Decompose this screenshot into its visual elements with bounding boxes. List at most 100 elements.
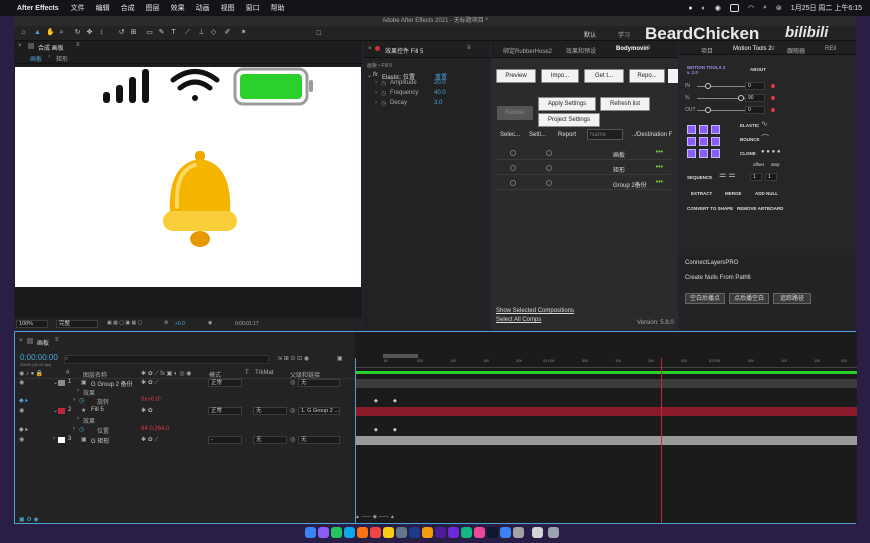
snapshot-icon[interactable]: ◉ — [208, 320, 212, 326]
effects-group-row[interactable]: › 效果 — [15, 388, 354, 397]
layer-name[interactable]: G Group 2 备份 — [91, 379, 133, 388]
chevron-down-icon[interactable]: ⌄ — [367, 72, 372, 79]
zoom-select[interactable]: 100% — [16, 320, 48, 328]
menu-icon[interactable]: ≡ — [647, 45, 651, 51]
null-to-point-button[interactable]: 空白后播点 — [685, 293, 725, 304]
home-icon[interactable]: ⌂ — [20, 29, 27, 37]
property-row[interactable]: ◆ ▸ › ◷ 旋转 0x+0.0° — [15, 397, 354, 406]
bounce-button[interactable]: BOUNCE — [740, 137, 760, 142]
tab-project[interactable]: 项目 — [701, 46, 713, 55]
convert-to-shape-button[interactable]: CONVERT TO SHAPE — [687, 206, 733, 211]
dolly-tool-icon[interactable]: ↕ — [98, 29, 105, 37]
mode-select[interactable]: 正常 — [208, 407, 242, 415]
timeline-footer-icons[interactable]: ▣ ⚙ ◉ — [19, 516, 39, 523]
settings-radio[interactable] — [546, 165, 552, 171]
rectangle-tool-icon[interactable]: ▭ — [146, 29, 153, 37]
record-icon[interactable]: ● — [688, 5, 692, 12]
menu-layer[interactable]: 图层 — [146, 3, 160, 13]
merge-button[interactable]: MERGE — [725, 191, 742, 196]
tab-bodymovin[interactable]: Bodymovin — [616, 46, 649, 52]
workspace-learn[interactable]: 学习 — [618, 30, 630, 39]
import-button[interactable]: Impo... — [541, 69, 579, 83]
percent-reset-icon[interactable] — [771, 96, 775, 100]
menu-icon[interactable]: ≡ — [771, 46, 775, 52]
breadcrumb-comp[interactable]: 画板 — [30, 54, 42, 63]
calendar-icon[interactable] — [370, 527, 381, 538]
preview-icon[interactable] — [513, 527, 524, 538]
lock-icon[interactable] — [375, 46, 380, 51]
parent-select[interactable]: 1. G Group 2 ... — [298, 407, 340, 415]
tab-rubberhose[interactable]: 绑定RubberHose2 — [503, 46, 552, 55]
zoom-tool-icon[interactable]: ⌕ — [58, 29, 65, 37]
photoshop-icon[interactable] — [409, 527, 420, 538]
get-button[interactable]: Get t... — [584, 69, 624, 83]
terminal-icon[interactable] — [487, 527, 498, 538]
messages-icon[interactable] — [331, 527, 342, 538]
prop-position-value[interactable]: 84.0,264.0 — [141, 426, 169, 432]
close-icon[interactable]: × — [19, 338, 23, 344]
clone-dots-icon[interactable]: ● ● ● ● — [761, 149, 781, 155]
selection-tool-icon[interactable]: ▲ — [34, 29, 41, 37]
layer-name[interactable]: Fill 5 — [91, 407, 104, 413]
chevron-right-icon[interactable]: › — [77, 388, 79, 394]
comp-timecode[interactable]: 0:00:01:17 — [235, 321, 259, 327]
label-color[interactable] — [58, 380, 65, 386]
show-selected-link[interactable]: Show Selected Compositions — [496, 308, 574, 314]
menu-icon[interactable]: ≡ — [467, 45, 471, 51]
trkmat-select[interactable]: 无 — [253, 436, 287, 444]
render-button[interactable]: Render — [497, 106, 533, 120]
label-color[interactable] — [58, 408, 65, 414]
select-radio[interactable] — [510, 165, 516, 171]
menu-help[interactable]: 帮助 — [271, 3, 285, 13]
wechat-icon[interactable]: ◉ — [715, 4, 721, 12]
col-destination[interactable]: ../Destination F — [632, 132, 672, 138]
folder-icon[interactable] — [532, 527, 543, 538]
timeline-switches-icon[interactable]: ⇲ ⊞ ⊙ ⊡ ◉ — [277, 355, 309, 362]
param-value[interactable]: 3.0 — [434, 100, 442, 106]
settings-icon[interactable] — [396, 527, 407, 538]
tab-follower[interactable]: 跟随器 — [787, 46, 805, 55]
parent-select[interactable]: 无 — [298, 436, 340, 444]
work-area-bar[interactable] — [355, 371, 857, 374]
stopwatch-icon[interactable]: ◷ — [381, 90, 386, 97]
col-settings[interactable]: Setti... — [529, 132, 546, 138]
select-all-link[interactable]: Select All Comps — [496, 317, 541, 323]
parent-select[interactable]: 无 — [298, 379, 340, 387]
eye-icon[interactable]: ◉ — [19, 407, 24, 414]
layer-switch-icons[interactable]: ✱ ✿ — [141, 407, 153, 414]
orbit-tool-icon[interactable]: ↻ — [74, 29, 81, 37]
anchor-tool-icon[interactable]: ⊞ — [130, 29, 137, 37]
report-button[interactable]: Repo... — [629, 69, 665, 83]
eraser-tool-icon[interactable]: ◇ — [210, 29, 217, 37]
region-icon[interactable]: ▣ ▦ ▢ ▣ ▦ ▢ — [107, 320, 142, 326]
sequence-button[interactable]: SEQUENCE — [687, 175, 712, 180]
menu-window[interactable]: 窗口 — [246, 3, 260, 13]
pan-tool-icon[interactable]: ✥ — [86, 29, 93, 37]
menu-file[interactable]: 文件 — [71, 3, 85, 13]
chevron-right-icon[interactable]: › — [73, 397, 75, 403]
menu-icon[interactable]: ≡ — [76, 42, 80, 48]
settings-radio[interactable] — [546, 150, 552, 156]
extract-button[interactable]: EXTRACT — [691, 191, 712, 196]
create-nulls-title[interactable]: Create Nulls From Paths — [685, 275, 751, 281]
comp-panel-title[interactable]: 合成 画板 — [38, 43, 64, 52]
keyframe-icon[interactable]: ◆ — [374, 398, 378, 404]
layer-2-bar[interactable] — [355, 407, 857, 416]
exposure-value[interactable]: +0.0 — [175, 321, 185, 327]
layer-3-bar[interactable] — [355, 436, 857, 445]
layer-1-bar[interactable] — [355, 379, 857, 388]
type-tool-icon[interactable]: T — [170, 29, 177, 37]
select-radio[interactable] — [510, 150, 516, 156]
roto-tool-icon[interactable]: ✐ — [224, 29, 231, 37]
menu-edit[interactable]: 编辑 — [96, 3, 110, 13]
comp-row[interactable]: Group 2备份 ••• — [496, 177, 671, 190]
comp-row[interactable]: 矩形 ••• — [496, 162, 671, 175]
percent-value[interactable]: 90 — [745, 94, 765, 102]
illustrator-icon[interactable] — [422, 527, 433, 538]
quality-select[interactable]: 完整 — [56, 320, 98, 328]
property-row[interactable]: ◆ ▸ › ◷ 位置 84.0,264.0 — [15, 426, 354, 435]
menu-effect[interactable]: 效果 — [171, 3, 185, 13]
menu-icon[interactable]: ≡ — [747, 274, 751, 280]
offset-value[interactable]: 1 — [750, 173, 762, 181]
pickwhip-icon[interactable]: ◎ — [290, 436, 295, 443]
